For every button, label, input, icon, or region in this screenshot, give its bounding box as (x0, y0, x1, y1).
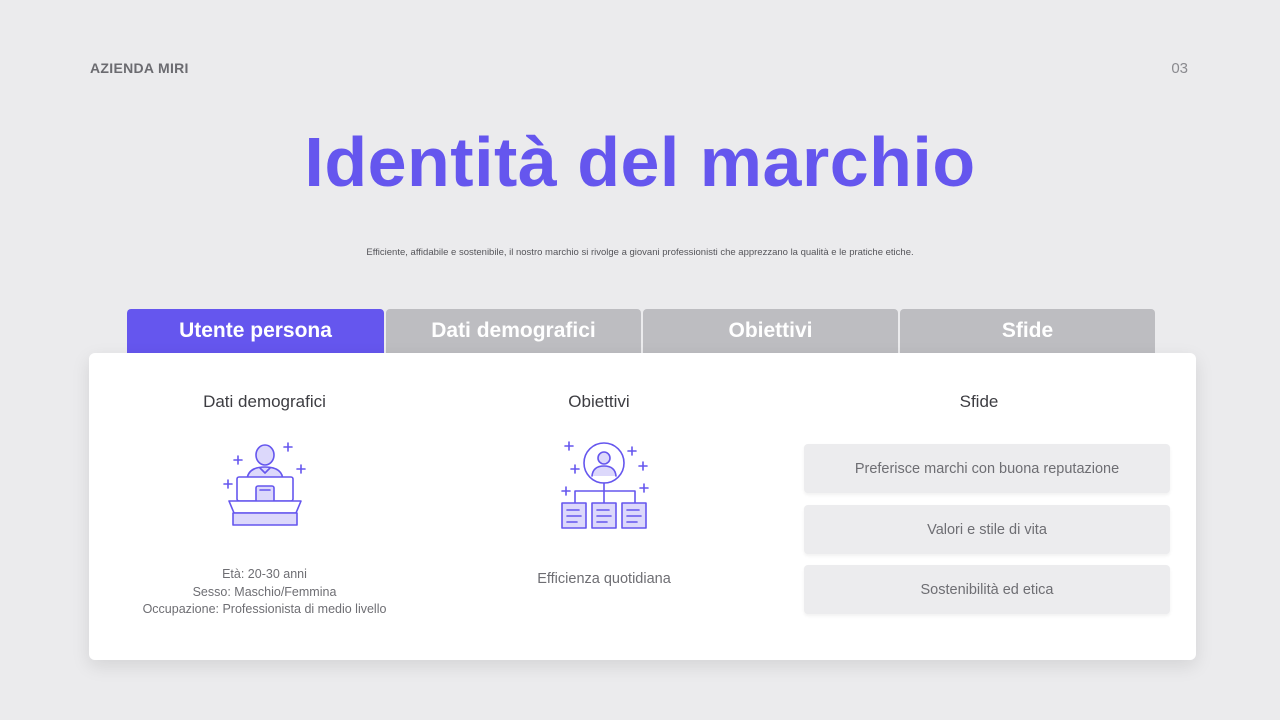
page-title: Identità del marchio (304, 123, 976, 201)
challenge-item: Valori e stile di vita (804, 505, 1170, 554)
tab-bar: Utente persona Dati demografici Obiettiv… (127, 309, 1155, 353)
persona-card: Dati demografici Età: 20-30 anni Sesso: … (89, 353, 1196, 660)
tab-sfide[interactable]: Sfide (900, 309, 1155, 353)
goals-text: Efficienza quotidiana (537, 571, 671, 587)
tab-obiettivi[interactable]: Obiettivi (643, 309, 898, 353)
challenges-title: Sfide (959, 392, 999, 411)
demographics-title: Dati demografici (203, 392, 326, 411)
challenge-item: Sostenibilità ed etica (804, 565, 1170, 614)
person-hierarchy-icon (559, 439, 651, 538)
goals-title: Obiettivi (568, 392, 630, 411)
tab-dati-demografici[interactable]: Dati demografici (386, 309, 641, 353)
demographics-sex: Sesso: Maschio/Femmina (192, 584, 337, 599)
demographics-details: Età: 20-30 anni Sesso: Maschio/Femmina O… (109, 566, 420, 619)
demographics-age: Età: 20-30 anni (222, 567, 307, 581)
page-number: 03 (1171, 60, 1188, 77)
challenge-item: Preferisce marchi con buona reputazione (804, 444, 1170, 493)
person-at-desk-icon (219, 439, 311, 536)
demographics-occupation: Occupazione: Professionista di medio liv… (142, 602, 387, 616)
page-subtitle: Efficiente, affidabile e sostenibile, il… (366, 247, 914, 258)
brand-name: AZIENDA MIRI (90, 60, 189, 76)
tab-utente-persona[interactable]: Utente persona (127, 309, 384, 353)
